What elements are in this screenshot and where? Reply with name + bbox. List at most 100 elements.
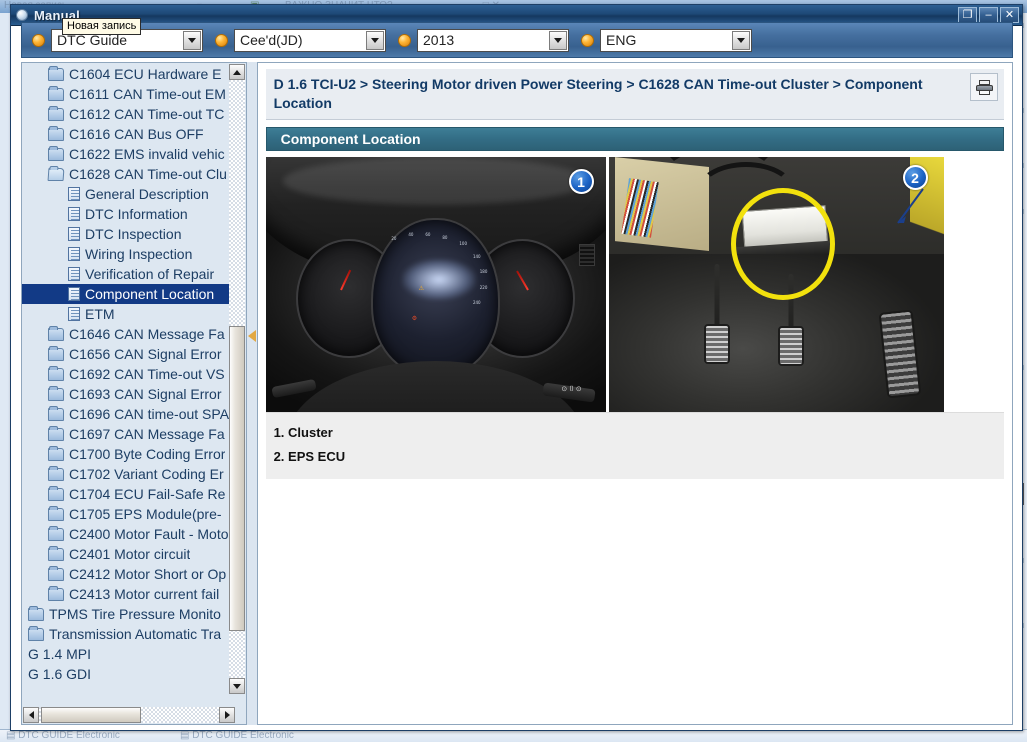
tree-item[interactable]: DTC Information — [22, 204, 236, 224]
scroll-up-button[interactable] — [228, 64, 245, 80]
chevron-down-icon[interactable] — [183, 30, 201, 50]
bullet-icon — [581, 33, 594, 47]
tree-item[interactable]: DTC Inspection — [22, 224, 236, 244]
folder-icon — [48, 485, 64, 501]
tree-item-label: C1700 Byte Coding Error — [69, 446, 226, 462]
document-icon — [68, 267, 80, 281]
model-dropdown[interactable]: Cee'd(JD) — [234, 28, 386, 52]
tree-item[interactable]: Transmission Automatic Tra — [22, 624, 236, 644]
chevron-down-icon[interactable] — [366, 30, 384, 50]
tree-item-label: C2401 Motor circuit — [69, 546, 191, 562]
tree-item[interactable]: ETM — [22, 304, 236, 324]
window-controls: ❐ – ✕ — [958, 7, 1019, 23]
tree-vscroll-thumb[interactable] — [228, 326, 245, 631]
tree-horizontal-scrollbar[interactable] — [23, 707, 235, 723]
tree-item[interactable]: Component Location — [22, 284, 236, 304]
language-dropdown-value: ENG — [606, 32, 637, 48]
document-pane: D 1.6 TCI-U2 > Steering Motor driven Pow… — [256, 62, 1013, 725]
tree-item[interactable]: C1697 CAN Message Fa — [22, 424, 236, 444]
document-icon — [68, 187, 80, 201]
tree-item[interactable]: C1622 EMS invalid vehic — [22, 144, 236, 164]
folder-icon — [28, 625, 44, 641]
tree-item[interactable]: C1628 CAN Time-out Clu — [22, 164, 236, 184]
year-dropdown[interactable]: 2013 — [417, 28, 569, 52]
tree-item[interactable]: C1656 CAN Signal Error — [22, 344, 236, 364]
footwell-scene — [608, 157, 944, 412]
tree-item-label: C2400 Motor Fault - Moto — [69, 526, 229, 542]
tree-item[interactable]: C2401 Motor circuit — [22, 544, 236, 564]
tree-item[interactable]: C2412 Motor Short or Op — [22, 564, 236, 584]
folder-icon — [48, 345, 64, 361]
tree-item[interactable]: C2400 Motor Fault - Moto — [22, 524, 236, 544]
tree-item-label: C1612 CAN Time-out TC — [69, 106, 225, 122]
tree-item-label: Verification of Repair — [85, 266, 215, 282]
tree-item[interactable]: C1646 CAN Message Fa — [22, 324, 236, 344]
warning-telltale-icon: ⚙ — [411, 316, 418, 323]
navigation-tree-pane: C1604 ECU Hardware E C1611 CAN Time-out E… — [21, 62, 247, 725]
manual-window: Manual ❐ – ✕ Новая запись DTC Guide Cee'… — [10, 4, 1023, 731]
tree-item-label: C1692 CAN Time-out VS — [69, 366, 225, 382]
tree-item-label: C1702 Variant Coding Er — [69, 466, 224, 482]
tree-item[interactable]: C1700 Byte Coding Error — [22, 444, 236, 464]
tree-item[interactable]: C1702 Variant Coding Er — [22, 464, 236, 484]
tree-item[interactable]: Verification of Repair — [22, 264, 236, 284]
tree-item[interactable]: C1612 CAN Time-out TC — [22, 104, 236, 124]
tree-item[interactable]: C1693 CAN Signal Error — [22, 384, 236, 404]
tree-item[interactable]: C1611 CAN Time-out EM — [22, 84, 236, 104]
tree-item[interactable]: Wiring Inspection — [22, 244, 236, 264]
tree-item[interactable]: C1704 ECU Fail-Safe Re — [22, 484, 236, 504]
scroll-down-button[interactable] — [228, 678, 245, 694]
tree-item[interactable]: C1604 ECU Hardware E — [22, 64, 236, 84]
folder-icon — [48, 425, 64, 441]
print-button[interactable] — [970, 73, 998, 101]
close-button[interactable]: ✕ — [1000, 7, 1019, 23]
chevron-down-icon[interactable] — [732, 30, 750, 50]
tree-item-label: C1704 ECU Fail-Safe Re — [69, 486, 226, 502]
splitter-collapse-icon[interactable] — [247, 325, 257, 347]
background-left-column — [0, 13, 10, 729]
tree-hscroll-thumb[interactable] — [41, 707, 141, 723]
tree-item[interactable]: G 1.6 GDI — [22, 664, 236, 684]
dash-vent — [579, 243, 596, 266]
warning-telltale-icon: ⚠ — [418, 285, 424, 292]
caption-item: 2. EPS ECU — [273, 449, 346, 464]
tree-item-label: DTC Inspection — [85, 226, 182, 242]
tree-vertical-scrollbar[interactable] — [228, 64, 245, 694]
tree-item[interactable]: TPMS Tire Pressure Monito — [22, 604, 236, 624]
document-icon — [68, 247, 80, 261]
callout-1: 1 — [568, 169, 594, 194]
tree-item-label: C1705 EPS Module(pre- — [69, 506, 222, 522]
folder-icon — [48, 565, 64, 581]
chevron-down-icon[interactable] — [549, 30, 567, 50]
tree-item-label: C2412 Motor Short or Op — [69, 566, 227, 582]
pane-splitter[interactable] — [246, 62, 257, 725]
tree-item[interactable]: C1692 CAN Time-out VS — [22, 364, 236, 384]
scroll-left-button[interactable] — [23, 707, 39, 723]
app-icon — [16, 9, 28, 21]
minimize-button[interactable]: – — [979, 7, 998, 23]
tree-item[interactable]: General Description — [22, 184, 236, 204]
selector-toolbar: DTC Guide Cee'd(JD) 2013 ENG — [21, 22, 1013, 58]
folder-icon — [48, 325, 64, 341]
tree-item[interactable]: C2413 Motor current fail — [22, 584, 236, 604]
language-dropdown[interactable]: ENG — [600, 28, 752, 52]
tree-item[interactable]: C1696 CAN time-out SPA — [22, 404, 236, 424]
tree-item[interactable]: G 1.4 MPI — [22, 644, 236, 664]
navigation-tree[interactable]: C1604 ECU Hardware E C1611 CAN Time-out E… — [22, 63, 236, 694]
tree-item-label: C1628 CAN Time-out Clu — [69, 166, 227, 182]
restore-button[interactable]: ❐ — [958, 7, 977, 23]
tree-item[interactable]: C1616 CAN Bus OFF — [22, 124, 236, 144]
bullet-icon — [215, 33, 228, 47]
folder-icon — [48, 465, 64, 481]
tree-item-label: C1622 EMS invalid vehic — [69, 146, 225, 162]
tree-item-label: C1693 CAN Signal Error — [69, 386, 222, 402]
folder-icon — [48, 365, 64, 381]
tree-item[interactable]: C1705 EPS Module(pre- — [22, 504, 236, 524]
folder-icon — [28, 605, 44, 621]
scroll-right-button[interactable] — [219, 707, 235, 723]
figure-area: 20 40 60 80 100 140 180 220 240 ⚠ ⚙ ⊙ ⌷ … — [265, 157, 1004, 412]
tree-item-label: DTC Information — [85, 206, 188, 222]
document-icon — [68, 207, 80, 221]
folder-icon — [48, 125, 64, 141]
folder-icon — [48, 385, 64, 401]
